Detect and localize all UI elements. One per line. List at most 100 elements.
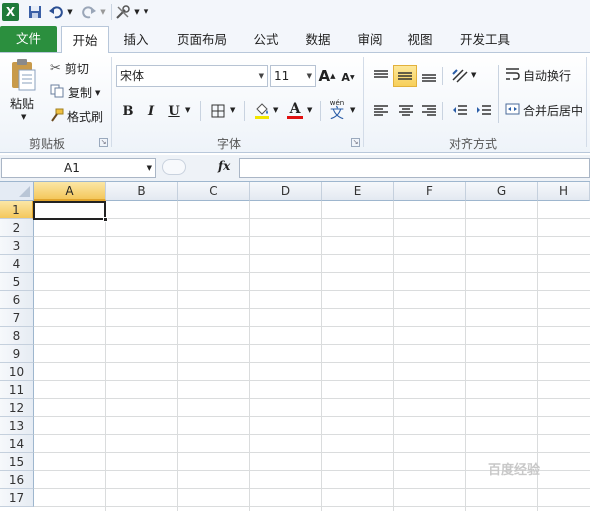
watermark: 百度经验 [488,463,541,478]
formula-controls: fx [160,158,238,178]
tab-view[interactable]: 视图 [398,26,442,53]
fill-handle[interactable] [103,217,108,222]
row-header[interactable]: 16 [0,471,34,489]
column-header[interactable]: D [250,182,322,201]
font-group-label: 字体 [216,137,241,151]
row-header[interactable]: 3 [0,237,34,255]
row-header[interactable]: 13 [0,417,34,435]
row-header[interactable]: 15 [0,453,34,471]
column-header[interactable]: E [322,182,394,201]
underline-dropdown-icon[interactable]: ▼ [185,106,190,114]
column-header[interactable]: F [394,182,466,201]
row-header[interactable]: 4 [0,255,34,273]
clipboard-launcher-icon[interactable]: ↘ [99,138,108,147]
font-name-value: 宋体 [120,69,145,83]
row-header[interactable]: 14 [0,435,34,453]
tab-home[interactable]: 开始 [61,26,109,54]
paste-icon[interactable] [8,57,38,93]
row-header[interactable]: 5 [0,273,34,291]
format-painter-button[interactable]: 格式刷 [50,108,103,125]
font-name-dropdown[interactable]: 宋体 ▼ [116,65,268,87]
font-size-dropdown[interactable]: 11 ▼ [270,65,316,87]
expand-handle-icon[interactable] [162,159,186,175]
tab-review[interactable]: 审阅 [348,26,392,53]
fill-color-dropdown-icon[interactable]: ▼ [273,106,278,114]
excel-app-icon[interactable]: X [2,3,19,21]
bold-button[interactable]: B [119,101,137,121]
undo-dropdown-icon[interactable]: ▼ [66,3,74,21]
wrap-text-label: 自动换行 [523,69,572,83]
row-header[interactable]: 12 [0,399,34,417]
scissors-icon: ✂ [50,61,61,76]
orientation-icon[interactable] [450,65,470,87]
save-icon[interactable] [27,3,43,21]
column-header[interactable]: A [34,182,106,201]
column-header[interactable]: B [106,182,178,201]
shrink-font-button[interactable]: A ▼ [340,68,356,86]
column-header[interactable]: C [178,182,250,201]
tab-page-layout[interactable]: 页面布局 [170,26,234,53]
underline-button[interactable]: U [165,101,183,121]
align-center-icon[interactable] [395,100,417,122]
active-cell[interactable] [33,201,106,220]
paste-dropdown-icon[interactable]: ▼ [21,113,26,121]
wrap-text-button[interactable]: 自动换行 [505,67,571,84]
font-color-button[interactable]: A [285,99,305,121]
tools-dropdown-icon[interactable]: ▼ [133,3,141,21]
align-left-icon[interactable] [370,100,392,122]
decrease-indent-icon[interactable] [449,100,471,122]
name-box[interactable]: A1 ▼ [1,158,156,178]
row-header[interactable]: 11 [0,381,34,399]
align-bottom-icon[interactable] [418,65,440,87]
group-separator [363,57,364,147]
borders-icon[interactable] [208,101,228,121]
row-header[interactable]: 7 [0,309,34,327]
align-top-icon[interactable] [370,65,392,87]
orientation-dropdown-icon[interactable]: ▼ [471,71,476,79]
tab-data[interactable]: 数据 [296,26,340,53]
paste-button[interactable]: 粘贴 [10,95,34,112]
font-size-value: 11 [274,69,290,83]
cut-button[interactable]: ✂ 剪切 [50,60,89,77]
increase-indent-icon[interactable] [473,100,495,122]
grow-font-button[interactable]: A ▲ [318,66,336,86]
phonetic-dropdown-icon[interactable]: ▼ [350,106,355,114]
phonetic-guide-button[interactable]: wén 文 [326,98,348,122]
formula-input[interactable] [239,158,590,178]
font-color-swatch [287,115,303,119]
row-header[interactable]: 6 [0,291,34,309]
row-header[interactable]: 10 [0,363,34,381]
font-color-icon: A [289,100,301,117]
chevron-down-icon[interactable]: ▼ [147,159,152,177]
tab-developer[interactable]: 开发工具 [452,26,518,53]
copy-dropdown-icon[interactable]: ▼ [95,89,100,97]
tab-file[interactable]: 文件 [0,26,57,52]
copy-icon [50,84,64,101]
copy-button[interactable]: 复制 ▼ [50,84,100,101]
select-all-corner[interactable] [0,182,34,201]
ribbon-home: 粘贴 ▼ ✂ 剪切 复制 ▼ 格式刷 剪贴板 ↘ 宋体 ▼ 11 ▼ A ▲ A ▼… [0,53,590,153]
row-header[interactable]: 1 [0,201,34,219]
tools-icon[interactable] [115,3,131,21]
borders-dropdown-icon[interactable]: ▼ [230,106,235,114]
align-middle-icon[interactable] [393,65,417,87]
italic-button[interactable]: I [142,101,160,121]
column-header[interactable]: H [538,182,590,201]
row-header[interactable]: 9 [0,345,34,363]
shrink-font-icon: A [341,70,350,84]
customize-menu-icon[interactable]: ▾ [142,3,150,21]
font-launcher-icon[interactable]: ↘ [351,138,360,147]
column-header[interactable]: G [466,182,538,201]
row-header[interactable]: 2 [0,219,34,237]
tab-insert[interactable]: 插入 [114,26,158,53]
undo-icon[interactable] [49,3,63,21]
phonetic-guide-icon: 文 [330,105,344,122]
align-right-icon[interactable] [418,100,440,122]
fill-color-icon[interactable] [252,99,272,121]
font-color-dropdown-icon[interactable]: ▼ [307,106,312,114]
row-header[interactable]: 8 [0,327,34,345]
merge-center-button[interactable]: 合并后居中 [505,102,583,119]
insert-function-icon[interactable]: fx [218,159,230,173]
tab-formulas[interactable]: 公式 [244,26,288,53]
row-header[interactable]: 17 [0,489,34,507]
